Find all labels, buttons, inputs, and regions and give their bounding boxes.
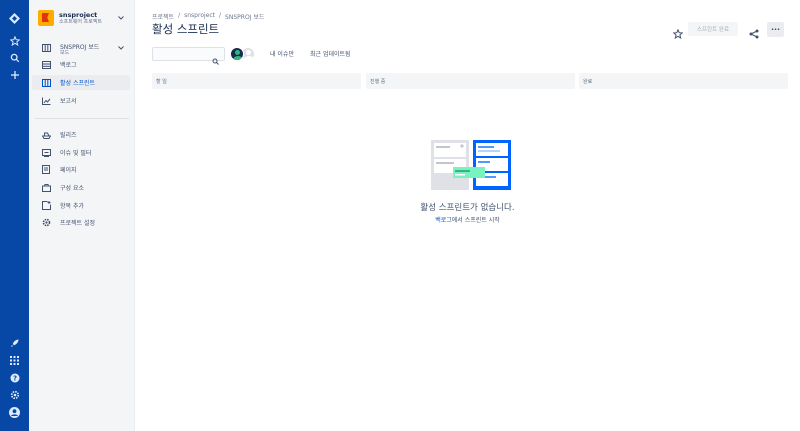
settings-gear-icon[interactable] bbox=[0, 387, 29, 403]
project-sidebar: snsproject 소프트웨어 프로젝트 SNSPROJ 보드 보드 백로그 … bbox=[29, 0, 135, 431]
breadcrumb: 프로젝트 / snsproject / SNSPROJ 보드 bbox=[152, 12, 264, 21]
gear-icon bbox=[38, 218, 54, 227]
page-title: 활성 스프린트 bbox=[152, 22, 220, 36]
sidebar-item-releases[interactable]: 릴리즈 bbox=[32, 127, 130, 142]
column-done: 완료 bbox=[579, 73, 788, 89]
sidebar-item-label: 이슈 및 필터 bbox=[60, 150, 92, 157]
board-icon bbox=[38, 44, 54, 52]
star-icon[interactable] bbox=[672, 24, 684, 40]
sidebar-item-pages[interactable]: 페이지 bbox=[32, 162, 130, 177]
search-field[interactable] bbox=[152, 47, 225, 65]
rocket-icon[interactable] bbox=[0, 335, 29, 351]
project-avatar[interactable] bbox=[38, 10, 54, 26]
page-icon bbox=[38, 165, 54, 174]
backlog-link[interactable]: 백로그 bbox=[435, 217, 452, 224]
more-actions-button[interactable]: ··· bbox=[767, 22, 784, 37]
complete-sprint-button[interactable]: 스프린트 완료 bbox=[688, 22, 738, 36]
project-type: 소프트웨어 프로젝트 bbox=[59, 19, 102, 25]
sidebar-item-label: 릴리즈 bbox=[60, 132, 77, 139]
search-input[interactable] bbox=[156, 49, 211, 59]
board-switcher[interactable]: SNSPROJ 보드 보드 bbox=[32, 39, 130, 57]
star-icon[interactable] bbox=[0, 33, 29, 49]
component-icon bbox=[38, 183, 54, 192]
chart-icon bbox=[38, 97, 54, 105]
user-avatar-filter[interactable] bbox=[230, 47, 244, 61]
board-icon bbox=[38, 78, 54, 87]
sidebar-item-label: 활성 스프린트 bbox=[60, 80, 96, 87]
main-content: 프로젝트 / snsproject / SNSPROJ 보드 활성 스프린트 스… bbox=[135, 0, 800, 431]
create-plus-icon[interactable] bbox=[0, 67, 29, 83]
empty-state-title: 활성 스프린트가 없습니다. bbox=[420, 203, 515, 213]
chevron-down-icon bbox=[117, 44, 125, 52]
empty-state-rest: 에서 스프린트 시작 bbox=[451, 217, 500, 224]
sidebar-item-label: 페이지 bbox=[60, 167, 77, 174]
board-sub: 보드 bbox=[60, 50, 70, 56]
empty-state-message: 백로그에서 스프린트 시작 bbox=[135, 215, 800, 224]
sidebar-item-active-sprint[interactable]: 활성 스프린트 bbox=[32, 75, 130, 90]
help-icon[interactable]: ? bbox=[0, 370, 29, 386]
sidebar-item-label: 보고서 bbox=[60, 98, 77, 105]
breadcrumb-board[interactable]: SNSPROJ 보드 bbox=[225, 12, 264, 21]
sidebar-item-label: 백로그 bbox=[60, 62, 77, 69]
breadcrumb-project[interactable]: snsproject bbox=[184, 12, 215, 21]
column-in-progress: 진행 중 bbox=[366, 73, 575, 89]
column-todo: 할 일 bbox=[152, 73, 361, 89]
empty-board-illustration bbox=[431, 140, 511, 192]
sidebar-item-label: 구성 요소 bbox=[60, 185, 84, 192]
sidebar-item-backlog[interactable]: 백로그 bbox=[32, 57, 130, 72]
chevron-down-icon[interactable] bbox=[117, 14, 125, 22]
breadcrumb-separator: / bbox=[178, 12, 181, 19]
backlog-icon bbox=[38, 60, 54, 69]
recently-updated-filter[interactable]: 최근 업데이트됨 bbox=[310, 49, 351, 58]
sidebar-item-reports[interactable]: 보고서 bbox=[32, 93, 130, 108]
profile-avatar-icon[interactable] bbox=[0, 404, 29, 420]
global-nav: ? bbox=[0, 0, 29, 431]
share-icon[interactable] bbox=[749, 24, 760, 39]
sidebar-divider bbox=[35, 118, 129, 119]
breadcrumb-projects[interactable]: 프로젝트 bbox=[152, 12, 174, 21]
breadcrumb-separator: / bbox=[219, 12, 222, 19]
sidebar-item-label: 항목 추가 bbox=[60, 203, 84, 210]
jira-logo-icon[interactable] bbox=[0, 10, 29, 26]
search-icon bbox=[212, 50, 219, 69]
sidebar-item-add-item[interactable]: 항목 추가 bbox=[32, 198, 130, 213]
sidebar-item-components[interactable]: 구성 요소 bbox=[32, 180, 130, 195]
search-icon[interactable] bbox=[0, 50, 29, 66]
app-switcher-icon[interactable] bbox=[0, 352, 29, 368]
sidebar-item-project-settings[interactable]: 프로젝트 설정 bbox=[32, 215, 130, 230]
only-my-issues-filter[interactable]: 내 이슈만 bbox=[270, 49, 294, 58]
sidebar-item-issues-filters[interactable]: 이슈 및 필터 bbox=[32, 145, 130, 160]
add-item-icon bbox=[38, 201, 54, 210]
ship-icon bbox=[38, 131, 54, 139]
issues-icon bbox=[38, 148, 54, 157]
svg-text:?: ? bbox=[12, 375, 16, 383]
sidebar-item-label: 프로젝트 설정 bbox=[60, 220, 96, 227]
